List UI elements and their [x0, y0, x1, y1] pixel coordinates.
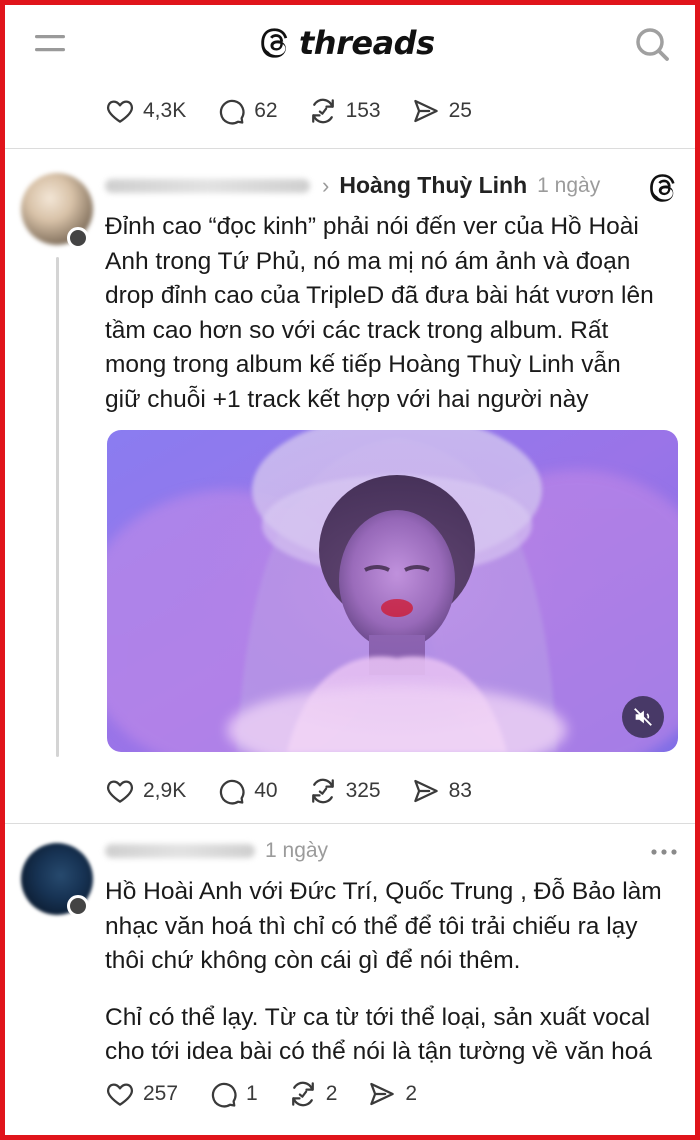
share-button[interactable]: 2 [367, 1079, 417, 1109]
app-header: threads [5, 5, 695, 83]
reply-to-user[interactable]: Hoàng Thuỳ Linh [339, 172, 527, 199]
post-header: › Hoàng Thuỳ Linh 1 ngày [105, 172, 600, 199]
reply-count: 62 [254, 99, 278, 122]
repost-count: 2 [325, 1082, 338, 1105]
like-count: 257 [143, 1082, 179, 1105]
menu-icon[interactable] [33, 29, 69, 59]
repost-icon [308, 776, 338, 806]
reply-button[interactable]: 1 [208, 1079, 258, 1109]
post-text-line: giữ chuỗi +1 track kết hợp với hai người… [105, 385, 589, 413]
logo-text: threads [299, 24, 435, 62]
heart-icon [105, 776, 135, 806]
share-icon [367, 1079, 397, 1109]
username-blurred[interactable] [105, 178, 310, 193]
post-text-line: tầm cao hơn so với các track trong album… [105, 316, 609, 344]
like-button[interactable]: 2,9K [105, 776, 186, 806]
screenshot-frame: threads 4,3K 62 153 25 › Hoàng Thuỳ Linh… [0, 0, 700, 1140]
repost-button[interactable]: 325 [308, 776, 381, 806]
like-count: 2,9K [143, 779, 187, 802]
share-icon [411, 776, 441, 806]
reply-count: 40 [254, 779, 278, 802]
threads-logo[interactable]: threads [259, 21, 435, 65]
repost-icon [308, 96, 338, 126]
like-count: 4,3K [143, 99, 187, 122]
repost-button[interactable]: 153 [308, 96, 381, 126]
post-text-line: mong trong album kế tiếp Hoàng Thuỳ Linh… [105, 351, 621, 378]
comment-icon [216, 776, 246, 806]
post-divider [5, 148, 695, 149]
repost-button[interactable]: 2 [288, 1079, 338, 1109]
mute-icon [634, 708, 652, 726]
reply-button[interactable]: 62 [216, 96, 278, 126]
post-body: Hồ Hoài Anh với Đức Trí, Quốc Trung , Đỗ… [105, 875, 675, 1070]
thread-line [56, 257, 59, 757]
comment-icon [216, 96, 246, 126]
reply-button[interactable]: 40 [216, 776, 278, 806]
post-body: Đỉnh cao “đọc kinh” phải nói đến ver của… [105, 210, 675, 417]
post-header: 1 ngày [105, 839, 328, 863]
more-icon[interactable] [649, 847, 679, 857]
post-text-line: Chỉ có thể lạy. Từ ca từ tới thể loại, s… [105, 1003, 651, 1031]
video-frame [107, 430, 678, 752]
chevron-right-icon: › [322, 172, 330, 198]
share-count: 2 [405, 1082, 418, 1105]
follow-badge [67, 227, 89, 249]
post-video[interactable] [107, 430, 678, 752]
search-icon[interactable] [633, 25, 671, 63]
repost-count: 153 [345, 99, 381, 122]
share-button[interactable]: 83 [411, 776, 472, 806]
share-icon [411, 96, 441, 126]
follow-badge [67, 895, 89, 917]
like-button[interactable]: 4,3K [105, 96, 186, 126]
repost-icon [288, 1079, 318, 1109]
repost-count: 325 [345, 779, 381, 802]
post-time: 1 ngày [265, 839, 329, 862]
reply-count: 1 [246, 1082, 258, 1105]
share-button[interactable]: 25 [411, 96, 472, 126]
post-time: 1 ngày [537, 173, 601, 197]
mute-button[interactable] [622, 696, 664, 738]
post-text-line: cho tới idea bài có thể nói là tận tường… [105, 1038, 653, 1065]
username-blurred[interactable] [105, 844, 255, 858]
post-text-line: nhạc văn hoá thì chỉ có thể để tôi trải … [105, 912, 638, 940]
post-text-line: Anh trong Tứ Phủ, nó ma mị nó ám ảnh và … [105, 247, 631, 275]
post-text-line: drop đỉnh cao của TripleD đã đưa bài hát… [105, 282, 654, 309]
like-button[interactable]: 257 [105, 1079, 178, 1109]
share-count: 83 [448, 779, 472, 802]
heart-icon [105, 96, 135, 126]
post1-actions: 2,9K 40 325 83 [105, 773, 502, 809]
share-count: 25 [448, 99, 472, 122]
post-divider [5, 823, 695, 824]
comment-icon [208, 1079, 238, 1109]
post-text-line: Đỉnh cao “đọc kinh” phải nói đến ver của… [105, 213, 639, 240]
threads-logo-icon [259, 25, 293, 61]
previous-post-actions: 4,3K 62 153 25 [105, 93, 502, 129]
post-text-line: Hồ Hoài Anh với Đức Trí, Quốc Trung , Đỗ… [105, 878, 662, 905]
threads-icon [648, 172, 680, 204]
post-text-line: thôi chứ không còn cái gì để nói thêm. [105, 947, 521, 974]
post2-actions: 257 1 2 2 [105, 1076, 447, 1112]
heart-icon [105, 1079, 135, 1109]
